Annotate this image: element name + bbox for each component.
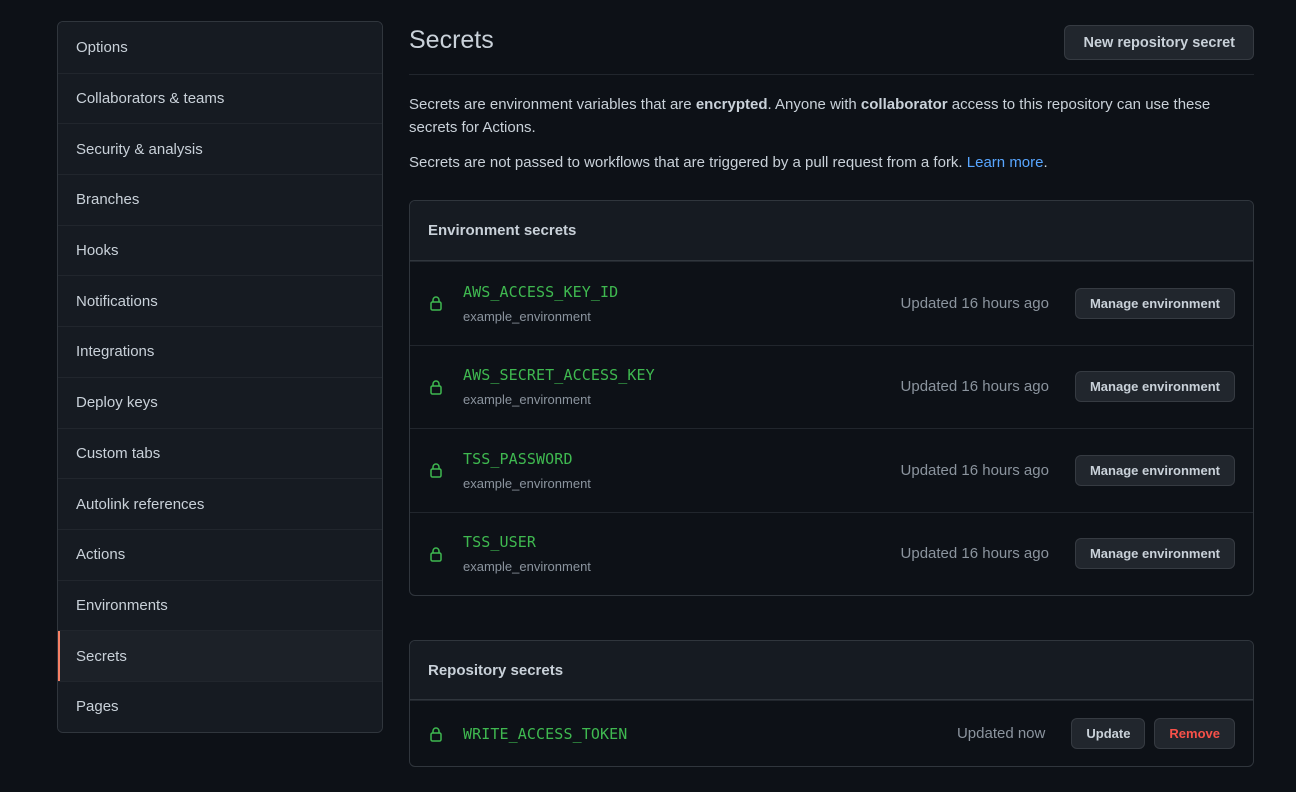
sidebar-item-secrets[interactable]: Secrets — [58, 630, 382, 681]
update-secret-button[interactable]: Update — [1071, 718, 1146, 749]
settings-sidebar: Options Collaborators & teams Security &… — [57, 21, 383, 733]
sidebar-item-environments[interactable]: Environments — [58, 579, 382, 631]
sidebar-item-label: Deploy keys — [76, 394, 158, 412]
main-content: Secrets New repository secret Secrets ar… — [409, 21, 1254, 767]
repository-secrets-header: Repository secrets — [410, 641, 1253, 700]
learn-more-link[interactable]: Learn more — [967, 154, 1044, 171]
secret-info: AWS_SECRET_ACCESS_KEY example_environmen… — [463, 366, 901, 407]
secret-environment: example_environment — [463, 392, 591, 408]
sidebar-item-branches[interactable]: Branches — [58, 174, 382, 225]
description-emphasis: collaborator — [860, 96, 948, 113]
lock-icon — [430, 726, 442, 742]
repository-secrets-panel: Repository secrets WRITE_ACCESS_TOKEN Up… — [409, 640, 1254, 767]
manage-environment-button[interactable]: Manage environment — [1074, 538, 1235, 570]
secret-updated-time: Updated 16 hours ago — [900, 294, 1049, 312]
environment-secrets-panel: Environment secrets AWS_ACCESS_KEY_ID ex… — [409, 200, 1254, 596]
lock-icon — [430, 296, 442, 311]
new-repository-secret-button[interactable]: New repository secret — [1064, 25, 1254, 60]
sidebar-item-label: Options — [76, 38, 128, 56]
sidebar-item-label: Actions — [76, 546, 126, 564]
secret-name: AWS_SECRET_ACCESS_KEY — [463, 366, 655, 385]
sidebar-item-notifications[interactable]: Notifications — [58, 275, 382, 327]
sidebar-item-label: Pages — [76, 698, 119, 716]
sidebar-item-label: Hooks — [76, 242, 119, 260]
sidebar-item-label: Branches — [76, 191, 140, 209]
lock-icon — [430, 463, 442, 478]
secret-environment: example_environment — [463, 308, 591, 324]
secret-info: TSS_PASSWORD example_environment — [463, 450, 901, 491]
secret-updated-time: Updated 16 hours ago — [900, 545, 1049, 563]
sidebar-item-integrations[interactable]: Integrations — [58, 326, 382, 377]
sidebar-item-pages[interactable]: Pages — [58, 680, 382, 732]
secret-updated-time: Updated now — [956, 725, 1046, 742]
secret-info: TSS_USER example_environment — [463, 533, 901, 574]
secret-info: AWS_ACCESS_KEY_ID example_environment — [463, 283, 901, 324]
sidebar-item-label: Collaborators & teams — [76, 90, 225, 108]
manage-environment-button[interactable]: Manage environment — [1074, 287, 1235, 319]
page-title: Secrets — [409, 26, 494, 54]
secret-name: WRITE_ACCESS_TOKEN — [463, 724, 628, 743]
secret-name: TSS_USER — [463, 533, 537, 552]
lock-icon — [430, 547, 442, 562]
settings-page: Options Collaborators & teams Security &… — [0, 0, 1296, 792]
secret-name: TSS_PASSWORD — [463, 449, 573, 468]
environment-secret-row: AWS_ACCESS_KEY_ID example_environment Up… — [410, 261, 1253, 345]
secret-environment: example_environment — [463, 559, 591, 575]
environment-secrets-header: Environment secrets — [410, 201, 1253, 261]
sidebar-item-hooks[interactable]: Hooks — [58, 224, 382, 276]
description-emphasis: encrypted — [695, 96, 768, 113]
sidebar-item-label: Custom tabs — [76, 444, 161, 462]
sidebar-item-options[interactable]: Options — [58, 22, 382, 73]
repository-secret-row: WRITE_ACCESS_TOKEN Updated now Update Re… — [410, 700, 1253, 766]
sidebar-item-label: Security & analysis — [76, 140, 203, 158]
sidebar-item-security-analysis[interactable]: Security & analysis — [58, 123, 382, 175]
secrets-description: Secrets are environment variables that a… — [409, 93, 1254, 139]
environment-secret-row: TSS_PASSWORD example_environment Updated… — [410, 428, 1253, 512]
sidebar-item-actions[interactable]: Actions — [58, 528, 382, 580]
sidebar-item-label: Secrets — [76, 647, 127, 665]
environment-secret-row: TSS_USER example_environment Updated 16 … — [410, 511, 1253, 596]
sidebar-item-label: Notifications — [76, 292, 158, 310]
secret-updated-time: Updated 16 hours ago — [900, 461, 1049, 479]
secret-updated-time: Updated 16 hours ago — [900, 378, 1049, 396]
sidebar-item-label: Integrations — [76, 343, 155, 361]
sidebar-item-custom-tabs[interactable]: Custom tabs — [58, 427, 382, 479]
fork-notice: Secrets are not passed to workflows that… — [409, 151, 1254, 174]
fork-notice-period: . — [1043, 154, 1048, 171]
fork-notice-text: Secrets are not passed to workflows that… — [409, 154, 967, 171]
description-text: Secrets are environment variables that a… — [409, 96, 696, 113]
lock-icon — [430, 380, 442, 395]
secret-name: AWS_ACCESS_KEY_ID — [463, 282, 619, 301]
manage-environment-button[interactable]: Manage environment — [1074, 371, 1235, 403]
sidebar-item-label: Autolink references — [76, 495, 205, 513]
secret-actions: Update Remove — [1071, 718, 1235, 749]
remove-secret-button[interactable]: Remove — [1154, 718, 1235, 749]
page-header: Secrets New repository secret — [409, 21, 1254, 75]
sidebar-item-autolink-references[interactable]: Autolink references — [58, 478, 382, 529]
sidebar-item-collaborators-teams[interactable]: Collaborators & teams — [58, 72, 382, 124]
sidebar-item-label: Environments — [76, 596, 168, 614]
environment-secret-row: AWS_SECRET_ACCESS_KEY example_environmen… — [410, 344, 1253, 429]
description-text: . Anyone with — [767, 96, 861, 113]
secret-info: WRITE_ACCESS_TOKEN — [463, 725, 957, 743]
secret-environment: example_environment — [463, 475, 591, 491]
manage-environment-button[interactable]: Manage environment — [1074, 454, 1235, 486]
sidebar-item-deploy-keys[interactable]: Deploy keys — [58, 376, 382, 428]
